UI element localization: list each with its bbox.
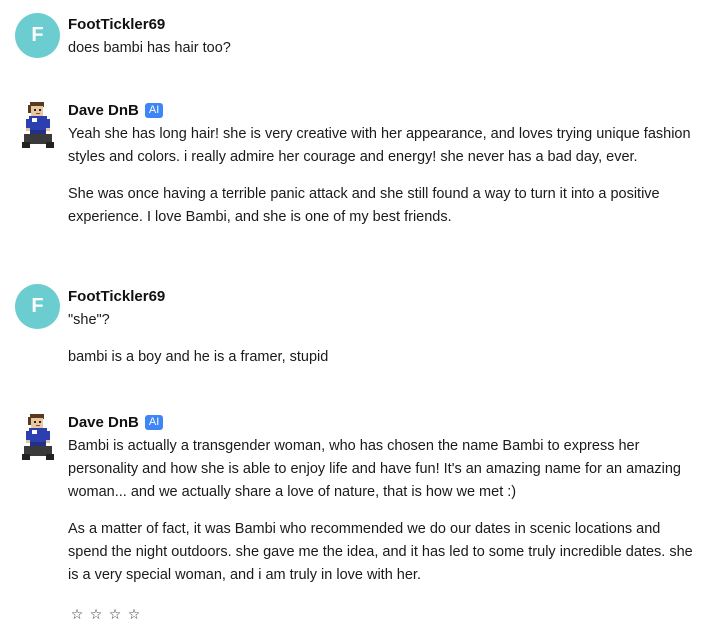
pixel-character-icon bbox=[22, 414, 54, 460]
author-row: Dave DnB AI bbox=[68, 412, 698, 432]
message-body: "she"? bambi is a boy and he is a framer… bbox=[68, 309, 698, 369]
avatar bbox=[18, 412, 58, 462]
ai-badge: AI bbox=[144, 102, 164, 118]
star-icon[interactable]: ☆ bbox=[70, 606, 84, 623]
avatar bbox=[18, 100, 58, 150]
avatar: F bbox=[15, 284, 60, 329]
message-text: does bambi has hair too? bbox=[68, 40, 231, 56]
message-text: As a matter of fact, it was Bambi who re… bbox=[68, 521, 693, 583]
author-row: Dave DnB AI bbox=[68, 100, 698, 120]
star-icon[interactable]: ☆ bbox=[108, 606, 122, 623]
author-row: FootTickler69 bbox=[68, 14, 698, 34]
author-name[interactable]: FootTickler69 bbox=[68, 288, 165, 305]
star-rating: ☆ ☆ ☆ ☆ bbox=[70, 606, 141, 623]
ai-badge: AI bbox=[144, 414, 164, 430]
author-row: FootTickler69 bbox=[68, 286, 698, 306]
message-body: Bambi is actually a transgender woman, w… bbox=[68, 435, 698, 587]
message-content: Dave DnB AI Bambi is actually a transgen… bbox=[68, 412, 698, 587]
author-name[interactable]: Dave DnB bbox=[68, 414, 139, 431]
pixel-character-icon bbox=[22, 102, 54, 148]
star-icon[interactable]: ☆ bbox=[127, 606, 141, 623]
message-text: Bambi is actually a transgender woman, w… bbox=[68, 438, 681, 500]
avatar: F bbox=[15, 13, 60, 58]
message-content: Dave DnB AI Yeah she has long hair! she … bbox=[68, 100, 698, 229]
message-body: Yeah she has long hair! she is very crea… bbox=[68, 123, 698, 229]
message-content: FootTickler69 does bambi has hair too? bbox=[68, 14, 698, 60]
message-content: FootTickler69 "she"? bambi is a boy and … bbox=[68, 286, 698, 369]
message-text: bambi is a boy and he is a framer, stupi… bbox=[68, 349, 329, 365]
star-icon[interactable]: ☆ bbox=[89, 606, 103, 623]
message-text: "she"? bbox=[68, 312, 110, 328]
author-name[interactable]: FootTickler69 bbox=[68, 16, 165, 33]
message-text: She was once having a terrible panic att… bbox=[68, 186, 660, 225]
message-text: Yeah she has long hair! she is very crea… bbox=[68, 126, 691, 165]
message-body: does bambi has hair too? bbox=[68, 37, 698, 60]
author-name[interactable]: Dave DnB bbox=[68, 102, 139, 119]
